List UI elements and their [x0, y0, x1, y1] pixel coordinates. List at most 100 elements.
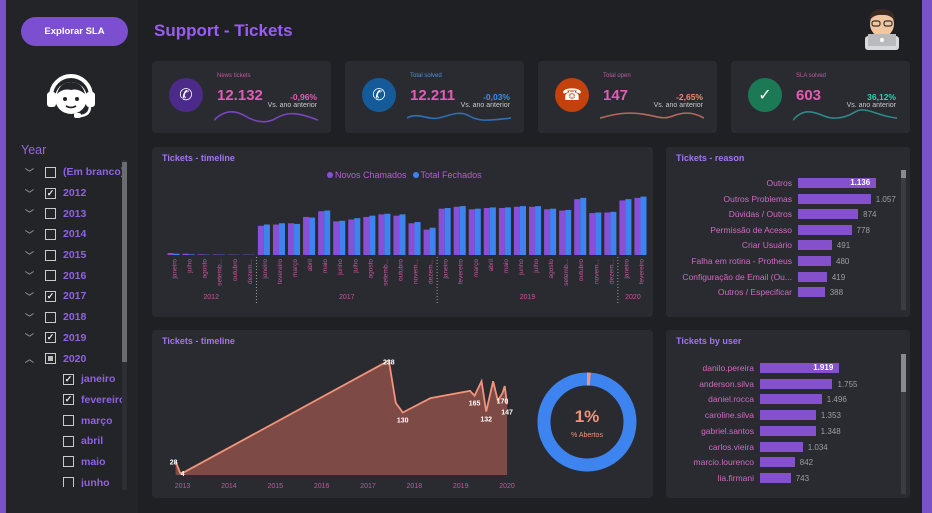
timeline-bar[interactable]	[619, 200, 626, 255]
reason-bar[interactable]	[798, 193, 871, 204]
explore-sla-button[interactable]: Explorar SLA	[21, 17, 128, 46]
chevron-up-icon[interactable]: ︿	[25, 352, 37, 365]
timeline-bar[interactable]	[408, 223, 415, 255]
year-option[interactable]: ﹀ 2013	[21, 203, 129, 224]
timeline-bar[interactable]	[589, 213, 596, 255]
chevron-down-icon[interactable]: ﹀	[25, 166, 37, 179]
month-option[interactable]: junho	[21, 472, 129, 487]
year-option[interactable]: ﹀ 2016	[21, 265, 129, 286]
timeline-bar[interactable]	[559, 210, 566, 255]
timeline-bar[interactable]	[167, 253, 174, 255]
timeline-bar[interactable]	[272, 224, 279, 255]
chevron-down-icon[interactable]: ﹀	[25, 228, 37, 241]
month-checkbox[interactable]	[63, 415, 74, 427]
chevron-down-icon[interactable]: ﹀	[25, 249, 37, 262]
year-option[interactable]: ﹀ ✓ 2017	[21, 286, 129, 307]
user-bar[interactable]	[760, 378, 833, 389]
timeline-bar[interactable]	[339, 220, 346, 255]
timeline-bar[interactable]	[604, 212, 611, 255]
reason-bar[interactable]	[798, 224, 852, 235]
timeline-bar[interactable]	[544, 209, 551, 255]
timeline-bar[interactable]	[309, 217, 316, 255]
timeline-bar[interactable]	[324, 210, 331, 255]
timeline-bar[interactable]	[212, 254, 219, 255]
reason-bar[interactable]	[798, 209, 859, 220]
timeline-bar[interactable]	[483, 208, 490, 255]
timeline-bar[interactable]	[459, 206, 466, 255]
timeline-bar[interactable]	[438, 208, 445, 255]
reason-bar[interactable]	[798, 240, 832, 251]
timeline-bar[interactable]	[580, 197, 587, 255]
year-option[interactable]: ﹀ (Em branco)	[21, 162, 129, 183]
timeline-bar[interactable]	[550, 208, 557, 255]
month-option[interactable]: março	[21, 410, 129, 431]
month-option[interactable]: ✓ fevereiro	[21, 390, 129, 411]
user-bar[interactable]	[760, 472, 791, 483]
reason-bar[interactable]	[798, 256, 832, 266]
timeline-bar[interactable]	[444, 208, 451, 255]
timeline-bar[interactable]	[197, 254, 204, 255]
timeline-bar[interactable]	[384, 213, 391, 255]
month-option[interactable]: ✓ janeiro	[21, 369, 129, 390]
timeline-bar[interactable]	[354, 218, 361, 255]
year-option[interactable]: ﹀ 2015	[21, 245, 129, 266]
year-checkbox[interactable]	[45, 249, 56, 261]
timeline-bar[interactable]	[348, 219, 355, 255]
year-option[interactable]: ﹀ ✓ 2019	[21, 328, 129, 349]
timeline-bar[interactable]	[574, 199, 581, 255]
user-bar[interactable]	[760, 394, 822, 405]
year-checkbox[interactable]	[45, 166, 56, 178]
timeline-bar[interactable]	[399, 214, 406, 255]
year-checkbox[interactable]	[45, 270, 56, 282]
month-checkbox[interactable]: ✓	[63, 373, 74, 385]
timeline-bar[interactable]	[610, 211, 617, 255]
timeline-bar[interactable]	[278, 223, 285, 255]
user-bar[interactable]	[760, 441, 803, 452]
reason-bar[interactable]	[798, 287, 825, 298]
timeline-bar[interactable]	[489, 207, 496, 255]
timeline-bar[interactable]	[393, 215, 400, 255]
timeline-bar[interactable]	[263, 224, 270, 255]
slicer-scrollbar[interactable]	[122, 160, 127, 490]
timeline-bar[interactable]	[565, 209, 572, 255]
timeline-bar[interactable]	[333, 221, 340, 255]
timeline-bar[interactable]	[634, 197, 641, 255]
timeline-bar[interactable]	[640, 196, 647, 255]
timeline-bar[interactable]	[535, 206, 542, 255]
month-checkbox[interactable]	[63, 477, 74, 487]
timeline-bar[interactable]	[363, 216, 370, 255]
timeline-bar[interactable]	[378, 214, 385, 255]
year-checkbox[interactable]: ✓	[45, 290, 56, 302]
year-checkbox[interactable]: ✓	[45, 187, 56, 199]
user-bar[interactable]	[760, 410, 816, 421]
chevron-down-icon[interactable]: ﹀	[25, 269, 37, 282]
year-option[interactable]: ﹀ 2014	[21, 224, 129, 245]
month-checkbox[interactable]	[63, 435, 74, 447]
timeline-bar[interactable]	[182, 253, 189, 255]
timeline-bar[interactable]	[429, 227, 436, 255]
month-checkbox[interactable]: ✓	[63, 394, 74, 406]
year-checkbox[interactable]	[45, 311, 56, 323]
timeline-bar[interactable]	[369, 215, 376, 255]
timeline-bar[interactable]	[504, 207, 511, 255]
timeline-bar[interactable]	[288, 223, 295, 255]
timeline-bar[interactable]	[414, 222, 421, 255]
month-checkbox[interactable]	[63, 456, 74, 468]
timeline-bar[interactable]	[513, 206, 520, 255]
timeline-bar[interactable]	[519, 206, 526, 255]
timeline-bar[interactable]	[294, 223, 301, 255]
year-option[interactable]: ︿ 2020	[21, 348, 129, 369]
timeline-bar[interactable]	[529, 206, 536, 255]
year-checkbox[interactable]	[45, 353, 56, 365]
reason-bar[interactable]	[798, 271, 827, 282]
timeline-bar[interactable]	[453, 206, 460, 255]
timeline-bar[interactable]	[595, 212, 602, 255]
timeline-bar[interactable]	[468, 209, 475, 255]
timeline-bar[interactable]	[498, 208, 505, 255]
chevron-down-icon[interactable]: ﹀	[25, 187, 37, 200]
users-scrollbar[interactable]	[901, 354, 906, 494]
timeline-bar[interactable]	[173, 253, 180, 255]
chevron-down-icon[interactable]: ﹀	[25, 207, 37, 220]
year-checkbox[interactable]	[45, 208, 56, 220]
timeline-bar[interactable]	[188, 254, 195, 255]
